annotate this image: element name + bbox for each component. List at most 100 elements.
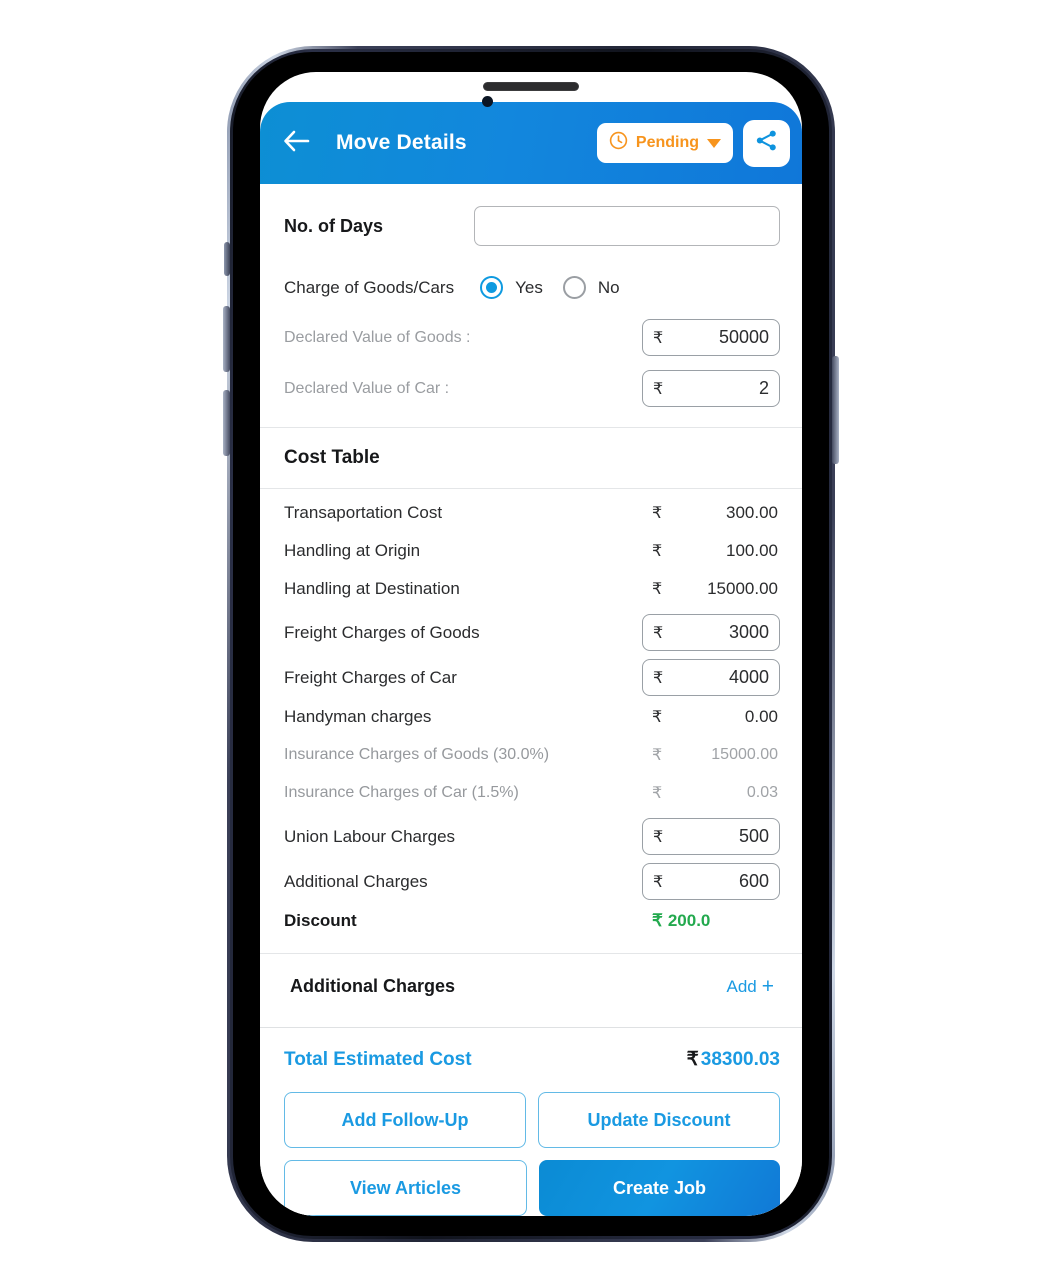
- declared-value-car-label: Declared Value of Car :: [284, 379, 450, 397]
- rupee-icon: ₹: [653, 624, 664, 642]
- cost-row-value: 15000.00: [707, 579, 778, 598]
- create-job-button[interactable]: Create Job: [539, 1160, 780, 1216]
- cost-row-amount: ₹300.00: [642, 503, 780, 523]
- rupee-icon: ₹: [652, 505, 663, 522]
- total-amount: 38300.03: [700, 1049, 780, 1070]
- status-badge-pending[interactable]: Pending: [596, 123, 733, 163]
- discount-row: Discount ₹200.0: [260, 905, 802, 937]
- rupee-icon: ₹: [652, 709, 663, 726]
- app-header: Move Details Pending: [260, 102, 802, 184]
- discount-value: 200.0: [667, 911, 711, 930]
- rupee-icon: ₹: [652, 911, 663, 930]
- declared-value-goods-input[interactable]: ₹ 50000: [642, 319, 780, 356]
- cost-table-row: Freight Charges of Car ₹4000: [260, 656, 802, 699]
- mute-switch-button[interactable]: [224, 242, 230, 276]
- cost-row-label: Additional Charges: [284, 871, 428, 891]
- cost-table-row: Handyman charges ₹0.00: [260, 701, 802, 733]
- cost-table-row: Freight Charges of Goods ₹3000: [260, 611, 802, 654]
- cost-row-value: 15000.00: [711, 746, 778, 763]
- rupee-icon: ₹: [652, 785, 663, 802]
- cost-table-title: Cost Table: [284, 447, 380, 468]
- clock-icon: [609, 131, 628, 155]
- rupee-icon: ₹: [686, 1049, 699, 1070]
- cost-row-label: Freight Charges of Goods: [284, 622, 480, 642]
- cost-row-value: 300.00: [726, 503, 778, 522]
- declared-value-car-value: 2: [758, 378, 769, 398]
- add-charge-button[interactable]: Add +: [726, 976, 778, 997]
- back-button[interactable]: [280, 126, 314, 160]
- scroll-content[interactable]: No. of Days Charge of Goods/Cars Yes No: [260, 184, 802, 1078]
- total-estimated-cost-label: Total Estimated Cost: [284, 1048, 472, 1070]
- volume-down-button[interactable]: [223, 390, 230, 456]
- cost-row-amount: ₹15000.00: [642, 579, 780, 599]
- discount-label: Discount: [284, 911, 357, 930]
- cost-row-value: 600: [738, 871, 769, 891]
- cost-table-list: Transaportation Cost ₹300.00 Handling at O…: [260, 489, 802, 953]
- charge-radio-group: Yes No: [480, 276, 620, 299]
- radio-option-yes[interactable]: Yes: [480, 276, 543, 299]
- cost-row-input[interactable]: ₹500: [642, 818, 780, 855]
- cost-row-value: 4000: [728, 667, 769, 687]
- cost-row-input[interactable]: ₹3000: [642, 614, 780, 651]
- cost-row-label: Freight Charges of Car: [284, 667, 457, 687]
- cost-row-label: Insurance Charges of Goods (30.0%): [284, 746, 550, 763]
- cost-row-label: Handyman charges: [284, 707, 432, 726]
- additional-charges-title: Additional Charges: [290, 976, 456, 996]
- add-charge-label: Add: [726, 976, 757, 996]
- cost-row-amount: ₹15000.00: [642, 745, 780, 765]
- share-icon: [754, 128, 779, 158]
- cost-row-value: 0.03: [746, 784, 778, 801]
- cost-row-label: Union Labour Charges: [284, 826, 456, 846]
- view-articles-button[interactable]: View Articles: [284, 1160, 527, 1216]
- cost-row-value: 100.00: [726, 541, 778, 560]
- cost-table-row: Union Labour Charges ₹500: [260, 815, 802, 858]
- phone-device-frame: Move Details Pending No. of Days Charge …: [223, 46, 839, 1242]
- cost-row-value: 0.00: [744, 707, 778, 726]
- cost-row-value: 3000: [728, 622, 769, 642]
- cost-row-input[interactable]: ₹600: [642, 863, 780, 900]
- cost-row-input[interactable]: ₹4000: [642, 659, 780, 696]
- discount-amount: ₹200.0: [642, 911, 780, 931]
- radio-yes-label: Yes: [515, 277, 543, 297]
- cost-row-amount: ₹0.00: [642, 707, 780, 727]
- share-button[interactable]: [743, 119, 790, 167]
- add-follow-up-button[interactable]: Add Follow-Up: [284, 1092, 526, 1148]
- radio-no-indicator: [562, 276, 586, 299]
- declared-value-goods-value: 50000: [718, 327, 769, 347]
- rupee-icon: ₹: [653, 329, 664, 347]
- cost-table-row: Insurance Charges of Car (1.5%) ₹0.03: [260, 777, 802, 809]
- radio-yes-indicator: [480, 276, 504, 299]
- plus-icon: +: [761, 975, 774, 998]
- page-title: Move Details: [336, 131, 467, 154]
- total-estimated-cost-value: ₹38300.03: [687, 1048, 780, 1071]
- cost-row-label: Transaportation Cost: [284, 503, 443, 522]
- cost-table-row: Handling at Destination ₹15000.00: [260, 573, 802, 605]
- no-of-days-label: No. of Days: [284, 215, 384, 236]
- cost-row-amount: ₹100.00: [642, 541, 780, 561]
- cost-row-amount: ₹0.03: [642, 783, 780, 803]
- rupee-icon: ₹: [653, 828, 664, 846]
- declared-value-goods-row: Declared Value of Goods : ₹ 50000: [260, 319, 802, 356]
- volume-up-button[interactable]: [223, 306, 230, 372]
- cost-table-row: Handling at Origin ₹100.00: [260, 535, 802, 567]
- declared-value-car-input[interactable]: ₹ 2: [642, 370, 780, 407]
- power-button[interactable]: [832, 356, 839, 464]
- rupee-icon: ₹: [653, 669, 664, 687]
- additional-charges-section: Additional Charges Add +: [260, 954, 802, 1027]
- no-of-days-row: No. of Days: [260, 206, 802, 246]
- earpiece-speaker: [483, 82, 579, 91]
- action-button-bar: Add Follow-Up Update Discount View Artic…: [260, 1078, 802, 1216]
- no-of-days-input[interactable]: [474, 206, 780, 246]
- cost-table-row: Transaportation Cost ₹300.00: [260, 497, 802, 529]
- declared-value-car-row: Declared Value of Car : ₹ 2: [260, 370, 802, 407]
- update-discount-button[interactable]: Update Discount: [538, 1092, 780, 1148]
- rupee-icon: ₹: [653, 873, 664, 891]
- total-estimated-cost-row: Total Estimated Cost ₹38300.03: [260, 1028, 802, 1078]
- cost-table-row: Insurance Charges of Goods (30.0%) ₹15000…: [260, 739, 802, 771]
- radio-option-no[interactable]: No: [562, 276, 620, 299]
- charge-of-goods-row: Charge of Goods/Cars Yes No: [260, 276, 802, 299]
- action-row-bottom: View Articles Create Job: [284, 1160, 780, 1216]
- rupee-icon: ₹: [653, 380, 664, 398]
- chevron-down-icon: [707, 138, 721, 148]
- rupee-icon: ₹: [652, 543, 663, 560]
